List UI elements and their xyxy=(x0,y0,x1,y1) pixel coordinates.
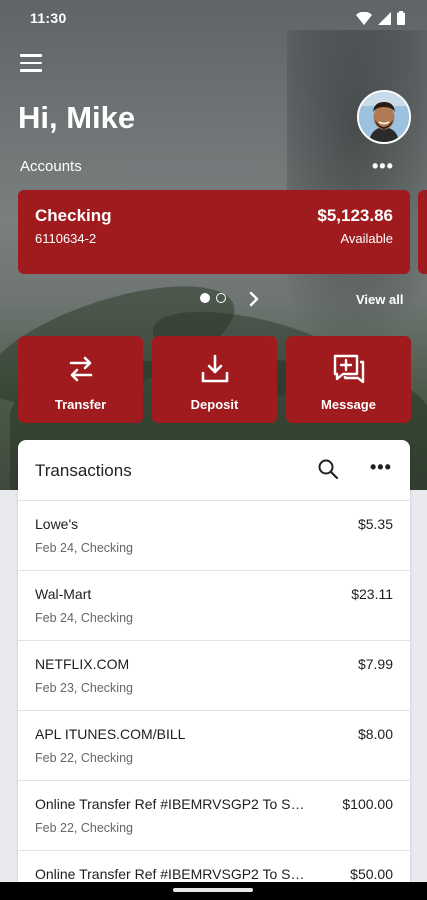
transaction-meta: Feb 22, Checking xyxy=(35,751,133,765)
chevron-right-icon xyxy=(249,291,259,307)
transaction-amount: $50.00 xyxy=(350,866,393,882)
status-time: 11:30 xyxy=(30,10,67,26)
search-button[interactable] xyxy=(317,458,339,480)
transaction-meta: Feb 24, Checking xyxy=(35,541,133,555)
avatar[interactable] xyxy=(357,90,411,144)
deposit-label: Deposit xyxy=(190,397,239,412)
account-balance-label: Available xyxy=(340,231,393,246)
transaction-description: Wal-Mart xyxy=(35,586,92,602)
deposit-button[interactable]: Deposit xyxy=(152,336,277,423)
account-pager xyxy=(200,293,226,303)
transaction-description: Lowe's xyxy=(35,516,79,532)
battery-icon xyxy=(397,11,405,25)
transaction-row[interactable]: Lowe's Feb 24, Checking $5.35 xyxy=(18,500,410,570)
transactions-panel: Transactions ••• Lowe's Feb 24, Checking… xyxy=(18,440,410,900)
status-bar: 11:30 xyxy=(0,0,427,36)
avatar-image xyxy=(359,92,409,142)
transactions-more-button[interactable]: ••• xyxy=(370,457,392,478)
account-name: Checking xyxy=(35,206,112,225)
accounts-more-button[interactable]: ••• xyxy=(372,156,394,177)
accounts-section-label: Accounts xyxy=(20,158,82,175)
transfer-button[interactable]: Transfer xyxy=(18,336,143,423)
transaction-amount: $23.11 xyxy=(351,586,393,602)
transaction-meta: Feb 24, Checking xyxy=(35,611,133,625)
transaction-row[interactable]: Online Transfer Ref #IBEMRVSGP2 To Savin… xyxy=(18,780,410,850)
transaction-description: Online Transfer Ref #IBEMRVSGP2 To Savin… xyxy=(35,796,310,812)
transaction-meta: Feb 23, Checking xyxy=(35,681,133,695)
menu-icon xyxy=(20,54,42,57)
deposit-icon xyxy=(201,354,228,383)
transaction-amount: $100.00 xyxy=(342,796,393,812)
view-all-link[interactable]: View all xyxy=(356,292,403,307)
status-icons xyxy=(356,11,405,25)
pager-dot[interactable] xyxy=(216,293,226,303)
transaction-row[interactable]: NETFLIX.COM Feb 23, Checking $7.99 xyxy=(18,640,410,710)
menu-icon xyxy=(20,61,42,64)
pager-dot-active[interactable] xyxy=(200,293,210,303)
account-balance: $5,123.86 xyxy=(317,206,393,225)
wifi-icon xyxy=(356,11,372,25)
transaction-amount: $8.00 xyxy=(357,726,393,742)
transaction-meta: Feb 22, Checking xyxy=(35,821,133,835)
transaction-row[interactable]: Wal-Mart Feb 24, Checking $23.11 xyxy=(18,570,410,640)
menu-icon xyxy=(20,69,42,72)
transaction-description: APL ITUNES.COM/BILL xyxy=(35,726,186,742)
transaction-amount: $7.99 xyxy=(357,656,393,672)
message-icon xyxy=(333,354,364,384)
message-label: Message xyxy=(321,397,376,412)
transactions-title: Transactions xyxy=(35,461,132,480)
transfer-icon xyxy=(69,356,92,382)
pager-next-button[interactable] xyxy=(246,290,262,313)
transaction-description: Online Transfer Ref #IBEMRVSGP2 To Savin… xyxy=(35,866,310,882)
home-gesture-handle[interactable] xyxy=(173,888,253,892)
search-icon xyxy=(318,459,339,480)
transaction-row[interactable]: APL ITUNES.COM/BILL Feb 22, Checking $8.… xyxy=(18,710,410,780)
signal-icon xyxy=(378,11,391,25)
transaction-description: NETFLIX.COM xyxy=(35,656,130,672)
transaction-amount: $5.35 xyxy=(357,516,393,532)
transfer-label: Transfer xyxy=(54,397,107,412)
greeting-title: Hi, Mike xyxy=(18,100,136,135)
account-number: 6110634-2 xyxy=(35,231,97,246)
menu-button[interactable] xyxy=(20,54,42,72)
system-navigation-bar xyxy=(0,882,427,900)
message-button[interactable]: Message xyxy=(286,336,411,423)
next-account-card-peek[interactable] xyxy=(418,190,427,274)
account-card-checking[interactable]: Checking 6110634-2 $5,123.86 Available xyxy=(18,190,410,274)
